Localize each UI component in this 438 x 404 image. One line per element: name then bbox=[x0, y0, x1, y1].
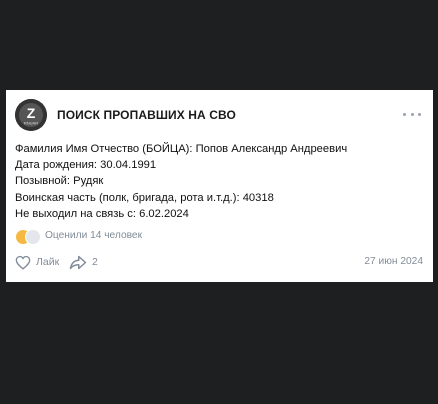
like-button[interactable]: Лайк bbox=[15, 253, 59, 271]
avatar-caption: RNUAR bbox=[24, 121, 38, 126]
share-button[interactable]: 2 bbox=[69, 253, 98, 271]
share-arrow-icon bbox=[69, 255, 87, 269]
post-line-last-contact: Не выходил на связь с: 6.02.2024 bbox=[15, 207, 189, 220]
reaction-emoji-icon bbox=[25, 229, 41, 245]
post-text: Фамилия Имя Отчество (БОЙЦА): Попов Алек… bbox=[15, 141, 347, 222]
share-count: 2 bbox=[92, 256, 98, 268]
post-line-unit: Воинская часть (полк, бригада, рота и.т.… bbox=[15, 191, 274, 204]
more-dots-icon[interactable] bbox=[403, 107, 421, 121]
community-avatar[interactable]: Z RNUAR bbox=[15, 99, 47, 131]
reaction-icons bbox=[15, 229, 41, 245]
community-name[interactable]: ПОИСК ПРОПАВШИХ НА СВО bbox=[57, 108, 236, 122]
post-date[interactable]: 27 июн 2024 bbox=[364, 256, 423, 267]
post-actions: Лайк 2 27 июн 2024 bbox=[15, 253, 423, 271]
post-line-name: Фамилия Имя Отчество (БОЙЦА): Попов Алек… bbox=[15, 143, 348, 155]
avatar-letter: Z bbox=[27, 105, 36, 121]
post-card: Z RNUAR ПОИСК ПРОПАВШИХ НА СВО Фамилия И… bbox=[6, 90, 433, 282]
post-header: Z RNUAR ПОИСК ПРОПАВШИХ НА СВО bbox=[15, 99, 423, 131]
reactions-count-text[interactable]: Оценили 14 человек bbox=[45, 230, 142, 241]
post-line-callsign: Позывной: Рудяк bbox=[15, 175, 104, 188]
post-line-birthdate: Дата рождения: 30.04.1991 bbox=[15, 159, 157, 172]
heart-icon bbox=[15, 255, 31, 270]
like-label: Лайк bbox=[36, 256, 60, 268]
